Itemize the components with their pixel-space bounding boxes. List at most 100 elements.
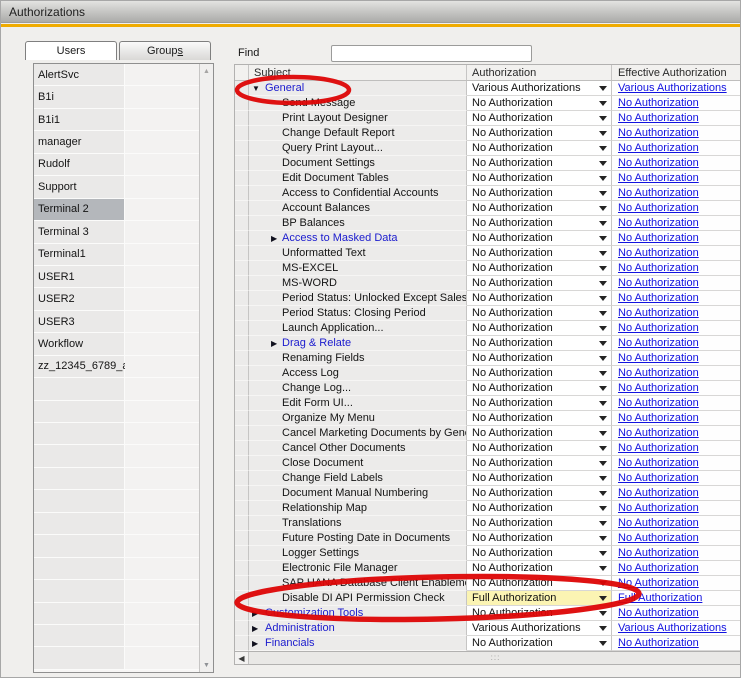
effective-authorization-link[interactable]: No Authorization [618, 277, 699, 289]
authorization-dropdown[interactable]: No Authorization [467, 426, 612, 441]
dropdown-arrow-icon[interactable] [599, 641, 607, 646]
authorization-dropdown[interactable]: No Authorization [467, 261, 612, 276]
table-horizontal-scrollbar[interactable]: ◀ ::: [234, 651, 741, 665]
authorization-dropdown[interactable]: No Authorization [467, 531, 612, 546]
dropdown-arrow-icon[interactable] [599, 161, 607, 166]
tree-expand-icon[interactable]: ▶ [252, 639, 258, 648]
dropdown-arrow-icon[interactable] [599, 371, 607, 376]
dropdown-arrow-icon[interactable] [599, 341, 607, 346]
effective-authorization-link[interactable]: No Authorization [618, 607, 699, 619]
authorization-dropdown[interactable]: No Authorization [467, 171, 612, 186]
user-list-item[interactable]: USER1 [34, 266, 199, 288]
subject-cell[interactable]: Close Document [249, 456, 467, 471]
scroll-up-icon[interactable]: ▲ [200, 64, 213, 78]
dropdown-arrow-icon[interactable] [599, 521, 607, 526]
effective-authorization-link[interactable]: No Authorization [618, 547, 699, 559]
effective-authorization-link[interactable]: No Authorization [618, 127, 699, 139]
subject-cell[interactable]: Renaming Fields [249, 351, 467, 366]
subject-cell[interactable]: SAP HANA Database Client Enablement [249, 576, 467, 591]
authorization-dropdown[interactable]: No Authorization [467, 456, 612, 471]
users-list-scrollbar[interactable]: ▲ ▼ [199, 64, 213, 672]
subject-cell[interactable]: Document Settings [249, 156, 467, 171]
tree-expand-icon[interactable]: ▶ [252, 609, 258, 618]
window-titlebar[interactable]: Authorizations [1, 1, 740, 23]
authorization-dropdown[interactable]: No Authorization [467, 486, 612, 501]
dropdown-arrow-icon[interactable] [599, 176, 607, 181]
effective-authorization-link[interactable]: No Authorization [618, 337, 699, 349]
authorization-dropdown[interactable]: No Authorization [467, 96, 612, 111]
dropdown-arrow-icon[interactable] [599, 416, 607, 421]
find-input[interactable] [331, 45, 532, 62]
subject-cell[interactable]: ▶Drag & Relate [249, 336, 467, 351]
subject-cell[interactable]: Change Log... [249, 381, 467, 396]
dropdown-arrow-icon[interactable] [599, 311, 607, 316]
user-name-cell[interactable]: Terminal 2 [34, 199, 125, 221]
scroll-down-icon[interactable]: ▼ [200, 658, 213, 672]
scroll-left-icon[interactable]: ◀ [235, 652, 249, 664]
dropdown-arrow-icon[interactable] [599, 86, 607, 91]
user-name-cell[interactable]: USER1 [34, 266, 125, 288]
subject-cell[interactable]: Period Status: Closing Period [249, 306, 467, 321]
subject-cell[interactable]: Relationship Map [249, 501, 467, 516]
user-name-cell[interactable]: zz_12345_6789_abcd_efgh [34, 356, 125, 378]
authorization-dropdown[interactable]: No Authorization [467, 351, 612, 366]
subject-cell[interactable]: Cancel Other Documents [249, 441, 467, 456]
effective-authorization-link[interactable]: No Authorization [618, 532, 699, 544]
authorization-dropdown[interactable]: No Authorization [467, 606, 612, 621]
authorization-dropdown[interactable]: No Authorization [467, 291, 612, 306]
authorization-dropdown[interactable]: No Authorization [467, 246, 612, 261]
dropdown-arrow-icon[interactable] [599, 281, 607, 286]
subject-cell[interactable]: ▼General [249, 81, 467, 96]
effective-authorization-link[interactable]: No Authorization [618, 307, 699, 319]
effective-authorization-link[interactable]: No Authorization [618, 487, 699, 499]
user-name-cell[interactable]: Workflow [34, 333, 125, 355]
dropdown-arrow-icon[interactable] [599, 326, 607, 331]
subject-cell[interactable]: Access to Confidential Accounts [249, 186, 467, 201]
authorization-dropdown[interactable]: No Authorization [467, 216, 612, 231]
subject-cell[interactable]: Edit Form UI... [249, 396, 467, 411]
user-name-cell[interactable]: Terminal 3 [34, 221, 125, 243]
user-list-item[interactable]: zz_12345_6789_abcd_efgh [34, 356, 199, 378]
authorization-dropdown[interactable]: Various Authorizations [467, 81, 612, 96]
dropdown-arrow-icon[interactable] [599, 131, 607, 136]
dropdown-arrow-icon[interactable] [599, 611, 607, 616]
user-list-item[interactable]: Support [34, 176, 199, 198]
authorization-dropdown[interactable]: No Authorization [467, 636, 612, 651]
authorization-dropdown[interactable]: No Authorization [467, 576, 612, 591]
effective-authorization-link[interactable]: No Authorization [618, 262, 699, 274]
effective-authorization-link[interactable]: No Authorization [618, 367, 699, 379]
dropdown-arrow-icon[interactable] [599, 446, 607, 451]
subject-cell[interactable]: Edit Document Tables [249, 171, 467, 186]
authorization-dropdown[interactable]: No Authorization [467, 501, 612, 516]
subject-cell[interactable]: Change Field Labels [249, 471, 467, 486]
effective-authorization-link[interactable]: No Authorization [618, 97, 699, 109]
effective-authorization-link[interactable]: No Authorization [618, 472, 699, 484]
user-name-cell[interactable]: USER2 [34, 288, 125, 310]
authorization-dropdown[interactable]: No Authorization [467, 366, 612, 381]
subject-cell[interactable]: MS-WORD [249, 276, 467, 291]
dropdown-arrow-icon[interactable] [599, 101, 607, 106]
dropdown-arrow-icon[interactable] [599, 116, 607, 121]
effective-authorization-link[interactable]: No Authorization [618, 577, 699, 589]
dropdown-arrow-icon[interactable] [599, 386, 607, 391]
effective-authorization-link[interactable]: No Authorization [618, 637, 699, 649]
dropdown-arrow-icon[interactable] [599, 296, 607, 301]
authorization-dropdown[interactable]: Various Authorizations [467, 621, 612, 636]
effective-authorization-link[interactable]: No Authorization [618, 187, 699, 199]
subject-cell[interactable]: BP Balances [249, 216, 467, 231]
dropdown-arrow-icon[interactable] [599, 596, 607, 601]
authorization-dropdown[interactable]: No Authorization [467, 156, 612, 171]
authorization-dropdown[interactable]: No Authorization [467, 231, 612, 246]
user-list-item[interactable]: Workflow [34, 333, 199, 355]
dropdown-arrow-icon[interactable] [599, 491, 607, 496]
dropdown-arrow-icon[interactable] [599, 191, 607, 196]
effective-authorization-link[interactable]: Various Authorizations [618, 622, 727, 634]
dropdown-arrow-icon[interactable] [599, 266, 607, 271]
dropdown-arrow-icon[interactable] [599, 146, 607, 151]
user-list-item[interactable]: B1i1 [34, 109, 199, 131]
effective-authorization-link[interactable]: No Authorization [618, 232, 699, 244]
user-list-item[interactable]: AlertSvc [34, 64, 199, 86]
subject-cell[interactable]: Organize My Menu [249, 411, 467, 426]
effective-authorization-link[interactable]: No Authorization [618, 352, 699, 364]
scrollbar-thumb[interactable]: ::: [249, 652, 741, 664]
